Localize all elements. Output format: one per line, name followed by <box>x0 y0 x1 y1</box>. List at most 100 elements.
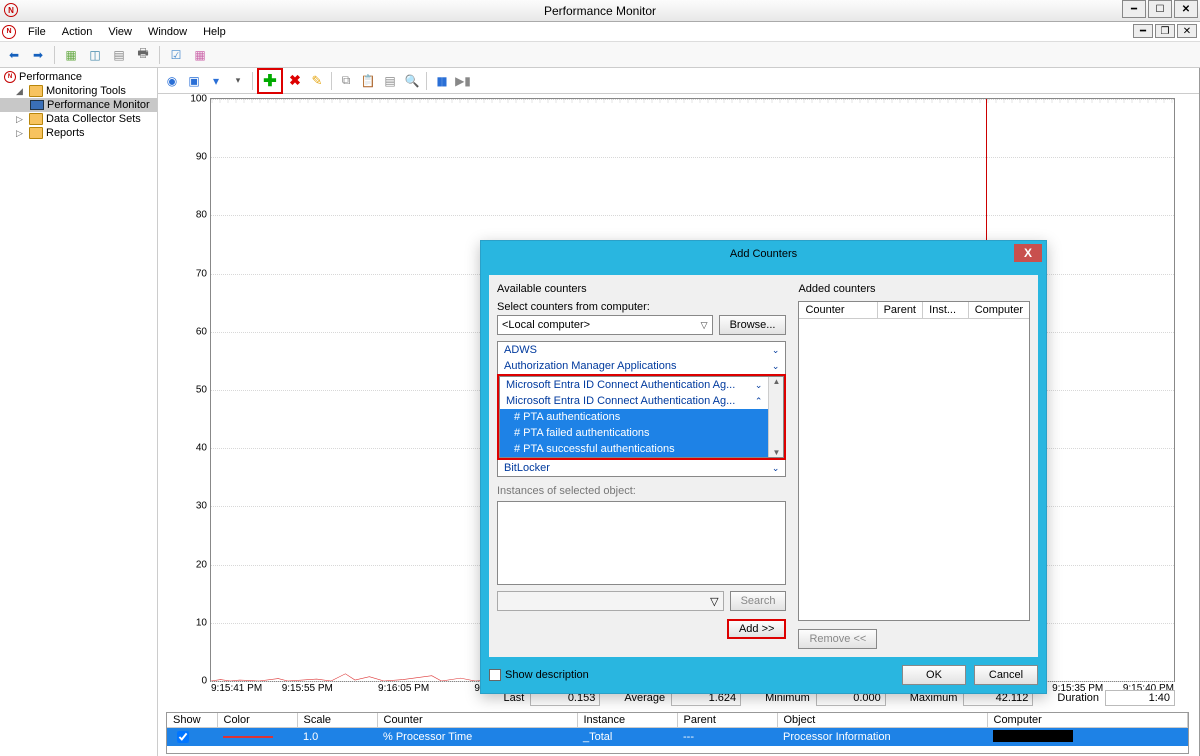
chevron-down-icon[interactable]: ⌄ <box>772 463 780 474</box>
showhide-tree-icon[interactable]: ▦ <box>61 45 81 65</box>
export-icon[interactable]: 🖶 <box>133 45 153 65</box>
legend-table[interactable]: Show Color Scale Counter Instance Parent… <box>166 712 1189 754</box>
counter-category[interactable]: Authorization Manager Applications ⌄ <box>498 358 785 374</box>
legend-header[interactable]: Color <box>217 713 297 728</box>
mdi-restore-button[interactable]: ❐ <box>1155 24 1175 38</box>
paste-icon[interactable]: 📋 <box>358 71 378 91</box>
counters-list-bottom[interactable]: BitLocker ⌄ <box>497 460 786 477</box>
col-header[interactable]: Parent <box>878 302 924 318</box>
browse-button[interactable]: Browse... <box>719 315 787 335</box>
legend-header[interactable]: Show <box>167 713 217 728</box>
menu-view[interactable]: View <box>100 24 140 40</box>
monitor-icon <box>30 100 44 110</box>
update-button[interactable]: ▶▮ <box>453 71 473 91</box>
counter-item[interactable]: # PTA successful authentications <box>500 441 768 457</box>
tree-node-perfmon[interactable]: Performance Monitor <box>0 98 157 112</box>
properties-icon[interactable]: ▤ <box>380 71 400 91</box>
counters-list-top[interactable]: ADWS ⌄ Authorization Manager Application… <box>497 341 786 374</box>
new-window-icon[interactable]: ◫ <box>85 45 105 65</box>
back-icon[interactable]: ⬅ <box>4 45 24 65</box>
counters-list[interactable]: Microsoft Entra ID Connect Authenticatio… <box>499 376 784 458</box>
view-current-icon[interactable]: ◉ <box>162 71 182 91</box>
chevron-down-icon: ▽ <box>701 320 708 331</box>
legend-show-checkbox[interactable] <box>177 731 189 743</box>
menu-window[interactable]: Window <box>140 24 195 40</box>
available-counters-label: Available counters <box>497 283 786 295</box>
tree-label: Reports <box>46 127 85 139</box>
col-header[interactable]: Computer <box>969 302 1029 318</box>
counter-category[interactable]: Microsoft Entra ID Connect Authenticatio… <box>500 377 768 393</box>
col-header[interactable]: Inst... <box>923 302 969 318</box>
remove-button[interactable]: Remove << <box>798 629 877 649</box>
counter-item[interactable]: # PTA authentications <box>500 409 768 425</box>
menu-file[interactable]: File <box>20 24 54 40</box>
add-button[interactable]: Add >> <box>727 619 786 639</box>
legend-header[interactable]: Scale <box>297 713 377 728</box>
scroll-down-icon[interactable]: ▼ <box>772 448 780 457</box>
menu-action[interactable]: Action <box>54 24 101 40</box>
nav-tree[interactable]: N Performance ◢ Monitoring Tools Perform… <box>0 68 158 756</box>
added-counters-label: Added counters <box>798 283 1030 295</box>
added-counters-list[interactable]: Counter Parent Inst... Computer <box>798 301 1030 621</box>
expand-icon[interactable]: ▷ <box>16 114 26 125</box>
mdi-minimize-button[interactable]: ━ <box>1133 24 1153 38</box>
ok-button[interactable]: OK <box>902 665 966 685</box>
minimize-button[interactable]: ━ <box>1122 0 1146 18</box>
computer-combo[interactable]: <Local computer> ▽ <box>497 315 713 335</box>
delete-counter-button[interactable]: ✖ <box>285 71 305 91</box>
maximize-button[interactable]: ☐ <box>1148 0 1172 18</box>
counter-category[interactable]: Microsoft Entra ID Connect Authenticatio… <box>500 393 768 409</box>
legend-header[interactable]: Computer <box>987 713 1188 728</box>
counter-category[interactable]: ADWS ⌄ <box>498 342 785 358</box>
search-button[interactable]: Search <box>730 591 787 611</box>
zoom-icon[interactable]: 🔍 <box>402 71 422 91</box>
show-description-label: Show description <box>505 669 589 681</box>
close-button[interactable]: ✕ <box>1174 0 1198 18</box>
tree-node-dcs[interactable]: ▷ Data Collector Sets <box>0 112 157 126</box>
add-counter-button[interactable]: ✚ <box>260 71 280 91</box>
tree-node-performance[interactable]: N Performance <box>0 70 157 84</box>
dialog-close-button[interactable]: X <box>1014 244 1042 262</box>
freeze-button[interactable]: ▮▮ <box>431 71 451 91</box>
dropdown-icon[interactable]: ▾ <box>228 71 248 91</box>
legend-header[interactable]: Instance <box>577 713 677 728</box>
chevron-icon[interactable]: ⌄ <box>755 380 763 391</box>
scroll-up-icon[interactable]: ▲ <box>772 377 780 386</box>
highlight-button[interactable]: ✎ <box>307 71 327 91</box>
legend-counter: % Processor Time <box>377 728 577 747</box>
legend-row[interactable]: 1.0 % Processor Time _Total --- Processo… <box>167 728 1188 747</box>
tree-node-monitoring-tools[interactable]: ◢ Monitoring Tools <box>0 84 157 98</box>
legend-header[interactable]: Counter <box>377 713 577 728</box>
forward-icon[interactable]: ➡ <box>28 45 48 65</box>
show-description-checkbox[interactable]: Show description <box>489 669 589 681</box>
chevron-down-icon[interactable]: ⌄ <box>772 345 780 356</box>
instance-search-combo[interactable]: ▽ <box>497 591 724 611</box>
instances-listbox[interactable] <box>497 501 786 585</box>
tile-icon[interactable]: ▤ <box>109 45 129 65</box>
expand-icon[interactable]: ▷ <box>16 128 26 139</box>
dialog-titlebar[interactable]: Add Counters X <box>481 241 1046 267</box>
chevron-down-icon[interactable]: ⌄ <box>772 361 780 372</box>
mdi-close-button[interactable]: ✕ <box>1177 24 1197 38</box>
chart-type-icon[interactable]: ▾ <box>206 71 226 91</box>
collapse-icon[interactable]: ◢ <box>16 86 26 97</box>
view-log-icon[interactable]: ▣ <box>184 71 204 91</box>
copy-icon[interactable]: ⧉ <box>336 71 356 91</box>
counter-item[interactable]: # PTA failed authentications <box>500 425 768 441</box>
counter-category[interactable]: BitLocker ⌄ <box>498 460 785 476</box>
chevron-icon[interactable]: ⌃ <box>755 396 763 407</box>
scrollbar[interactable]: ▲ ▼ <box>768 377 783 457</box>
col-header[interactable]: Counter <box>799 302 877 318</box>
stat-value-duration: 1:40 <box>1105 690 1175 706</box>
performance-icon: N <box>4 71 16 83</box>
tree-node-reports[interactable]: ▷ Reports <box>0 126 157 140</box>
legend-header[interactable]: Object <box>777 713 987 728</box>
menu-help[interactable]: Help <box>195 24 234 40</box>
legend-instance: _Total <box>577 728 677 747</box>
checkbox-icon[interactable] <box>489 669 501 681</box>
cancel-button[interactable]: Cancel <box>974 665 1038 685</box>
legend-header[interactable]: Parent <box>677 713 777 728</box>
options-icon[interactable]: ▦ <box>190 45 210 65</box>
added-counters-header: Counter Parent Inst... Computer <box>799 302 1029 319</box>
properties-icon[interactable]: ☑ <box>166 45 186 65</box>
